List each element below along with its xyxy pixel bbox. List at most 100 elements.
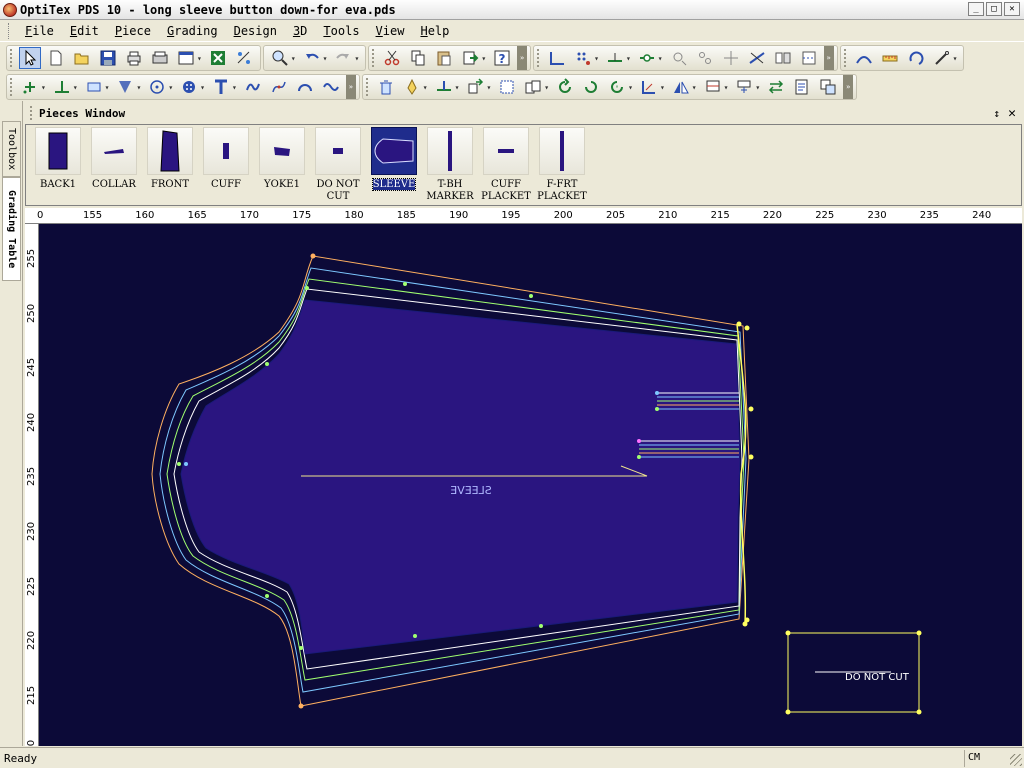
piece-thumbnail[interactable] — [35, 127, 81, 175]
chevron-down-icon[interactable]: ▾ — [197, 54, 202, 63]
scale-tool[interactable] — [702, 76, 724, 98]
menu-file[interactable]: File — [17, 24, 62, 38]
piece-cuff-placket[interactable]: CUFF PLACKET — [480, 127, 532, 205]
toolbar-overflow[interactable]: » — [345, 75, 356, 99]
pin-icon[interactable]: ↕ — [993, 107, 1000, 120]
tab-grading-table[interactable]: Grading Table — [2, 177, 21, 281]
piece-thumbnail[interactable] — [147, 127, 193, 175]
save-button[interactable] — [97, 47, 119, 69]
fold-button[interactable] — [798, 47, 820, 69]
print-button[interactable] — [123, 47, 145, 69]
piece-front[interactable]: FRONT — [144, 127, 196, 205]
open-file-button[interactable] — [71, 47, 93, 69]
mirror-piece-tool[interactable] — [670, 76, 692, 98]
resize-grip[interactable] — [1010, 754, 1022, 766]
rotate-angle-tool[interactable]: ° — [606, 76, 628, 98]
chevron-down-icon[interactable]: ▾ — [168, 83, 173, 92]
smooth-tool[interactable] — [268, 76, 290, 98]
rotate-cw-tool[interactable] — [554, 76, 576, 98]
tab-toolbox[interactable]: Toolbox — [2, 121, 21, 177]
chevron-down-icon[interactable]: ▾ — [544, 83, 549, 92]
toolbar-grip[interactable] — [365, 78, 369, 96]
internal-tool[interactable] — [83, 76, 105, 98]
duplicate-tool[interactable] — [522, 76, 544, 98]
chevron-down-icon[interactable]: ▾ — [628, 83, 633, 92]
arc-tool[interactable] — [294, 76, 316, 98]
chevron-down-icon[interactable]: ▾ — [626, 54, 631, 63]
split-tool[interactable] — [733, 76, 755, 98]
plot-button[interactable] — [149, 47, 171, 69]
cut-button[interactable] — [381, 47, 403, 69]
mirror-button[interactable] — [772, 47, 794, 69]
chevron-down-icon[interactable]: ▾ — [41, 83, 46, 92]
menu-help[interactable]: Help — [412, 24, 457, 38]
cross-button[interactable] — [720, 47, 742, 69]
piece-t-bh-marker[interactable]: T-BH MARKER — [424, 127, 476, 205]
sew-tool-button[interactable] — [931, 47, 953, 69]
dart-tool[interactable] — [114, 76, 136, 98]
piece-thumbnail[interactable] — [91, 127, 137, 175]
redo-button[interactable] — [332, 47, 354, 69]
toolbar-grip[interactable] — [843, 49, 847, 67]
slide-point-tool[interactable] — [433, 76, 455, 98]
print-preview-button[interactable] — [175, 47, 197, 69]
toolbar-grip[interactable] — [372, 49, 375, 67]
chevron-down-icon[interactable]: ▾ — [755, 83, 760, 92]
toolbar-overflow[interactable]: » — [517, 46, 528, 70]
chevron-down-icon[interactable]: ▾ — [232, 83, 237, 92]
piece-thumbnail[interactable] — [483, 127, 529, 175]
piece-thumbnail[interactable] — [371, 127, 417, 175]
rotate-ccw-tool[interactable] — [580, 76, 602, 98]
copy-layout-tool[interactable] — [817, 76, 839, 98]
chevron-down-icon[interactable]: ▾ — [323, 54, 328, 63]
curve-tool[interactable] — [242, 76, 264, 98]
piece-thumbnail[interactable] — [427, 127, 473, 175]
chevron-down-icon[interactable]: ▾ — [200, 83, 205, 92]
do-not-cut-box[interactable]: DO NOT CUT — [785, 630, 922, 715]
copy-button[interactable] — [407, 47, 429, 69]
close-button[interactable]: ✕ — [1004, 2, 1020, 16]
chevron-down-icon[interactable]: ▾ — [953, 54, 958, 63]
add-point-button[interactable] — [636, 47, 658, 69]
sleeve-piece-body[interactable] — [180, 299, 741, 655]
toolbar-grip[interactable] — [10, 49, 13, 67]
perpendicular-tool[interactable] — [51, 76, 73, 98]
piece-yoke1[interactable]: YOKE1 — [256, 127, 308, 205]
pattern-info-tool[interactable] — [791, 76, 813, 98]
help-button[interactable]: ? — [491, 47, 513, 69]
toolbar-overflow[interactable]: » — [843, 75, 854, 99]
piece-do-not-cut[interactable]: DO NOT CUT — [312, 127, 364, 205]
minimize-button[interactable]: _ — [968, 2, 984, 16]
seam-button[interactable] — [853, 47, 875, 69]
chevron-down-icon[interactable]: ▾ — [724, 83, 729, 92]
piece-thumbnail[interactable] — [259, 127, 305, 175]
pattern-canvas[interactable]: SLEEVE DO NOT CUT — [39, 224, 1022, 746]
buttons-button[interactable] — [694, 47, 716, 69]
piece-thumbnail[interactable] — [315, 127, 361, 175]
grade-point-button[interactable] — [572, 47, 594, 69]
menu-grading[interactable]: Grading — [159, 24, 226, 38]
pen-tool[interactable] — [401, 76, 423, 98]
rotate-button[interactable] — [905, 47, 927, 69]
piece-back1[interactable]: BACK1 — [32, 127, 84, 205]
new-file-button[interactable] — [45, 47, 67, 69]
chevron-down-icon[interactable]: ▾ — [481, 54, 486, 63]
chevron-down-icon[interactable]: ▾ — [692, 83, 697, 92]
zoom-button[interactable] — [269, 47, 291, 69]
piece-f-frt-placket[interactable]: F-FRT PLACKET — [536, 127, 588, 205]
close-icon[interactable]: ✕ — [1008, 106, 1016, 121]
button-tool[interactable] — [178, 76, 200, 98]
grade-swap-tool[interactable] — [765, 76, 787, 98]
toolbar-overflow[interactable]: » — [823, 46, 834, 70]
cut-piece-tool[interactable] — [496, 76, 518, 98]
pattern-drawing[interactable]: SLEEVE DO NOT CUT — [39, 224, 1022, 746]
cut-line-button[interactable] — [746, 47, 768, 69]
chevron-down-icon[interactable]: ▾ — [73, 83, 78, 92]
undo-button[interactable] — [301, 47, 323, 69]
chevron-down-icon[interactable]: ▾ — [660, 83, 665, 92]
piece-cuff[interactable]: CUFF — [200, 127, 252, 205]
panel-grip[interactable] — [30, 106, 33, 120]
text-tool[interactable] — [210, 76, 232, 98]
move-piece-tool[interactable] — [464, 76, 486, 98]
circle-tool[interactable] — [146, 76, 168, 98]
